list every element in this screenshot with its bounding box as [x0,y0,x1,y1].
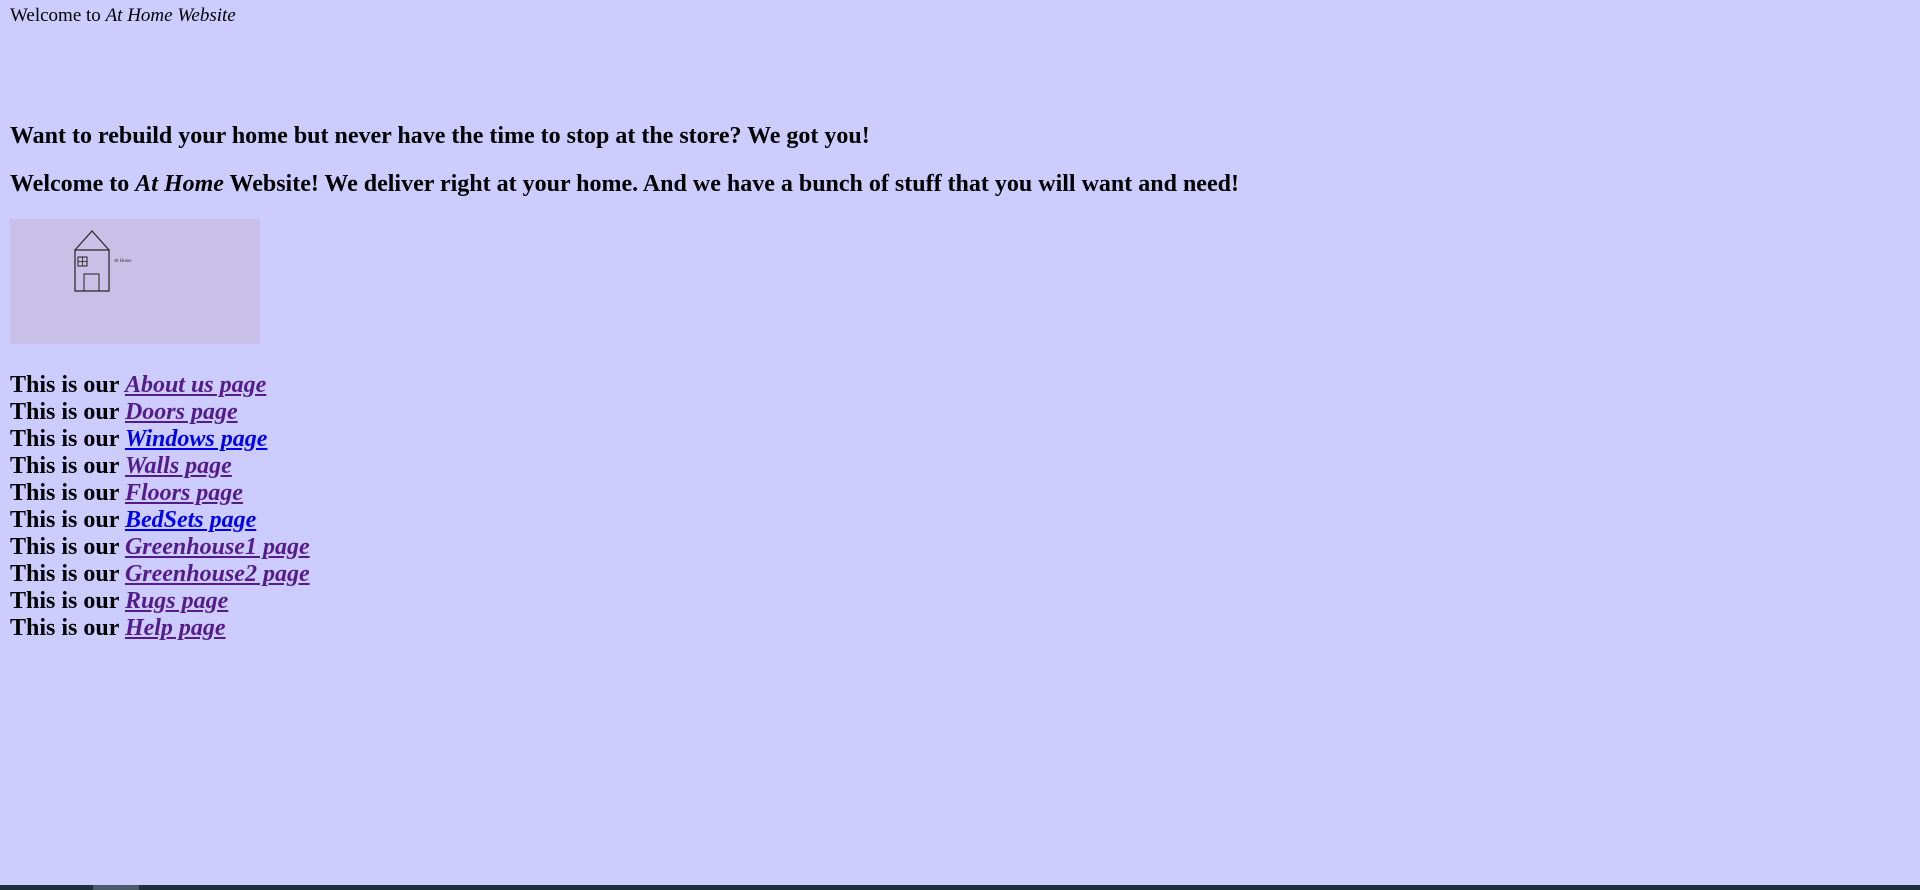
link-prefix: This is our [10,372,125,398]
link-greenhouse1-page[interactable]: Greenhouse1 page [125,534,310,560]
headline-welcome: Welcome to At Home Website! We deliver r… [10,170,1239,198]
welcome-site-name: At Home [135,171,224,197]
link-row: This is our Walls page [10,453,310,480]
link-row: This is our Floors page [10,480,310,507]
link-prefix: This is our [10,561,125,587]
title-prefix: Welcome to [10,5,106,26]
link-row: This is our Rugs page [10,588,310,615]
house-icon: At Home [74,230,132,292]
welcome-prefix: Welcome to [10,171,136,197]
link-about-us-page[interactable]: About us page [125,372,266,398]
page: Welcome to At Home Website Want to rebui… [0,0,1920,890]
link-row: This is our Windows page [10,426,310,453]
headline-tagline: Want to rebuild your home but never have… [10,123,870,149]
link-bedsets-page[interactable]: BedSets page [125,507,256,533]
title-site-name: At Home Website [105,5,236,26]
link-rugs-page[interactable]: Rugs page [125,588,228,614]
link-row: This is our About us page [10,372,310,399]
link-windows-page[interactable]: Windows page [125,426,267,452]
link-walls-page[interactable]: Walls page [125,453,232,479]
link-prefix: This is our [10,615,125,641]
link-row: This is our Help page [10,615,310,642]
taskbar [0,885,1920,890]
link-greenhouse2-page[interactable]: Greenhouse2 page [125,561,310,587]
link-prefix: This is our [10,453,125,479]
link-prefix: This is our [10,399,125,425]
logo-caption: At Home [113,259,132,264]
page-title: Welcome to At Home Website [10,5,236,27]
link-row: This is our BedSets page [10,507,310,534]
nav-link-list: This is our About us page This is our Doo… [10,372,310,642]
link-prefix: This is our [10,426,125,452]
link-prefix: This is our [10,480,125,506]
link-prefix: This is our [10,507,125,533]
link-row: This is our Greenhouse2 page [10,561,310,588]
welcome-suffix: Website! We deliver right at your home. … [223,171,1239,197]
link-prefix: This is our [10,534,125,560]
taskbar-tab[interactable] [93,885,139,890]
link-doors-page[interactable]: Doors page [125,399,238,425]
link-help-page[interactable]: Help page [125,615,226,641]
link-floors-page[interactable]: Floors page [125,480,243,506]
link-row: This is our Doors page [10,399,310,426]
link-row: This is our Greenhouse1 page [10,534,310,561]
logo-image: At Home [10,219,260,344]
link-prefix: This is our [10,588,125,614]
